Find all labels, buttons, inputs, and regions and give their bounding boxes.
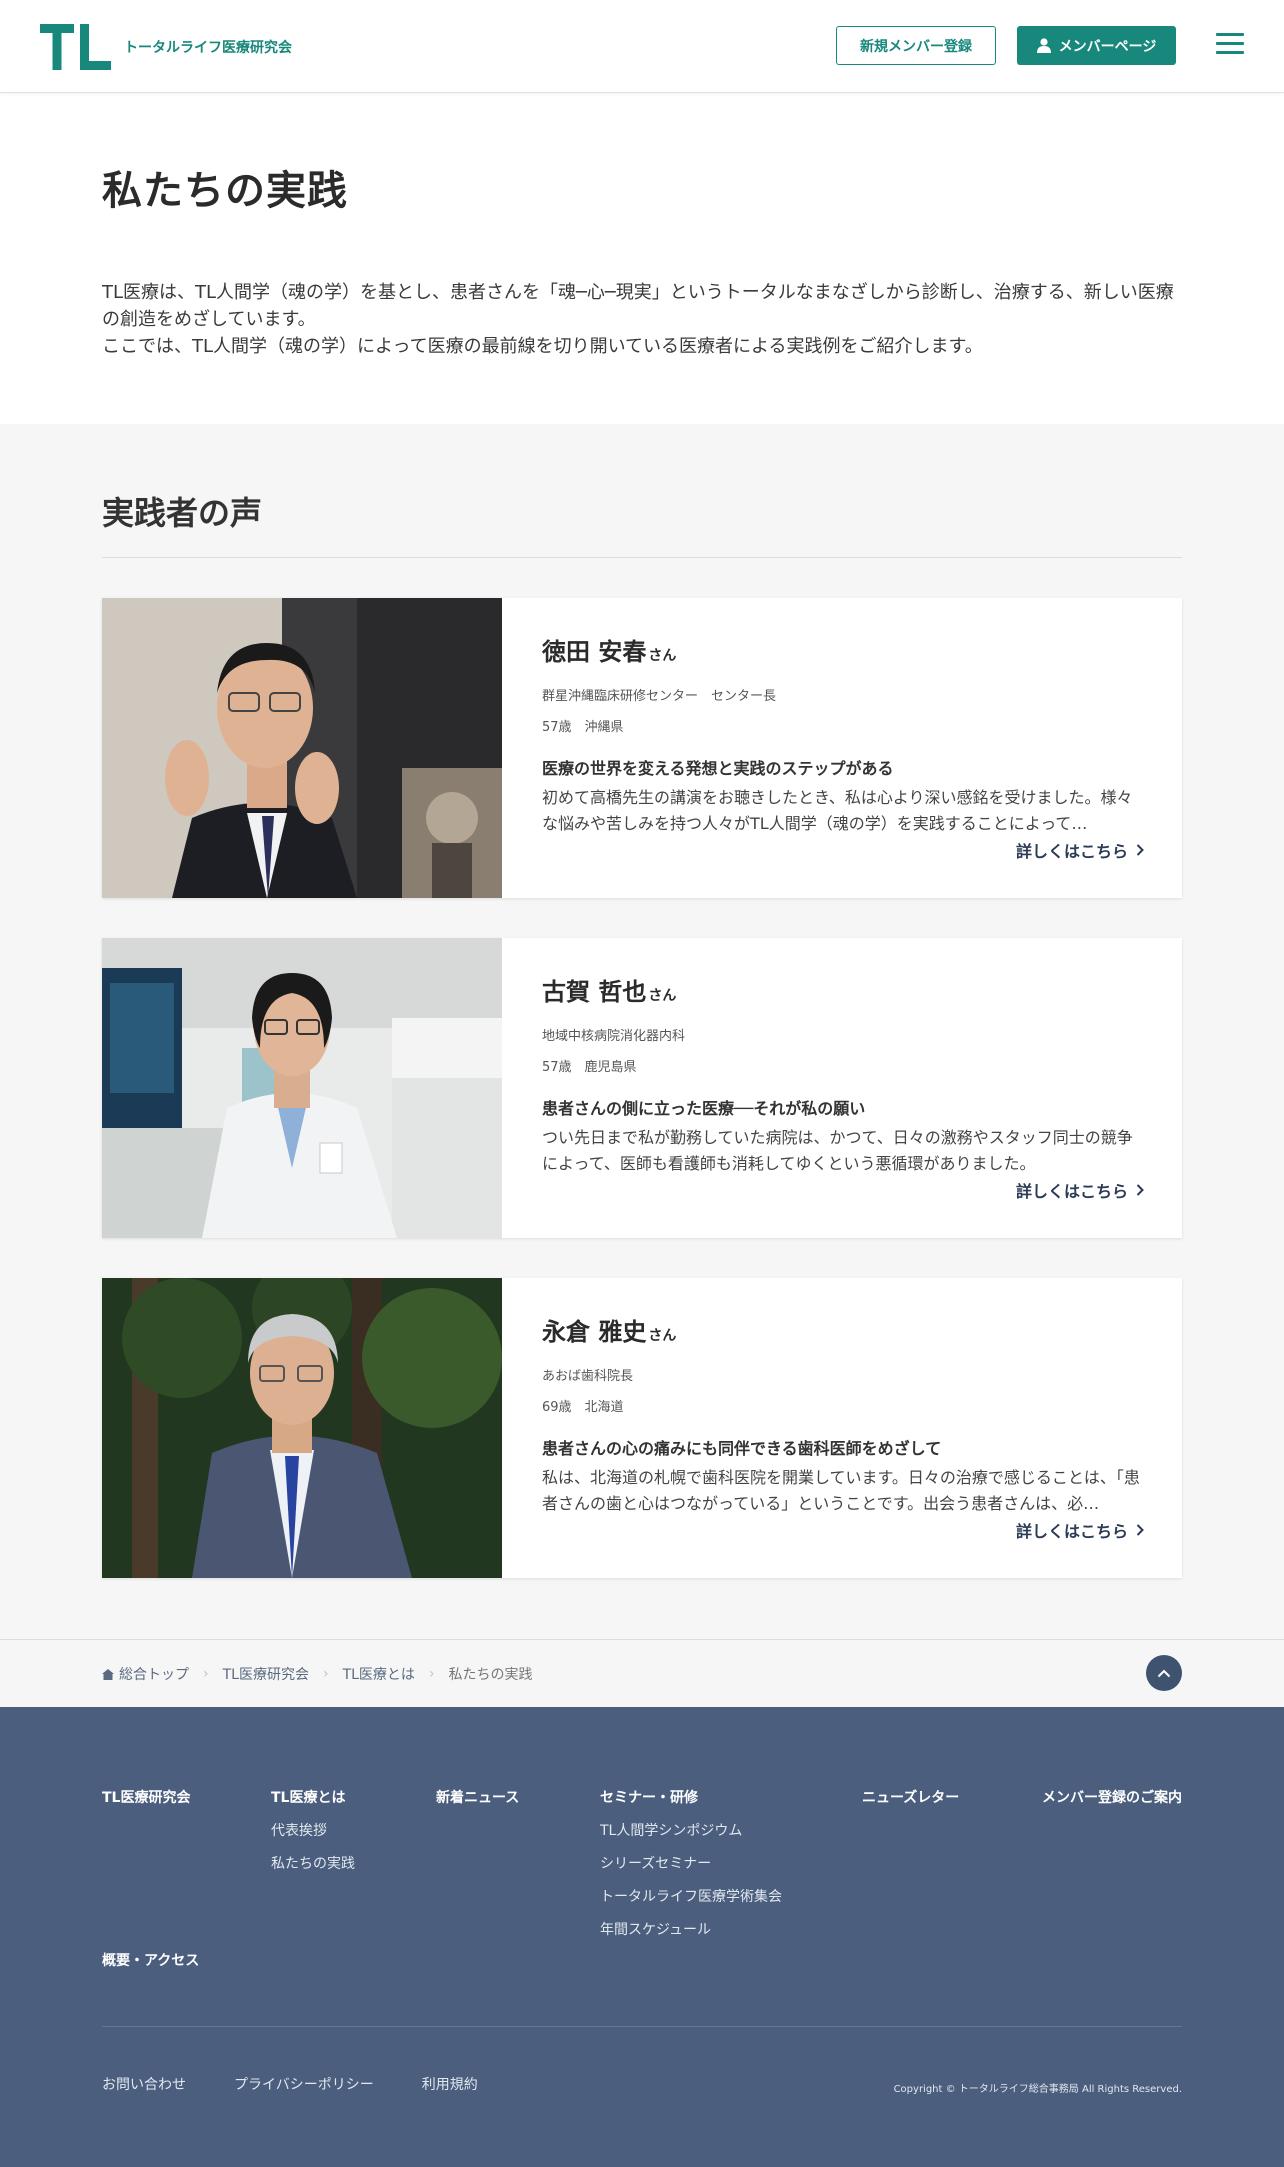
footer-link-seminar[interactable]: セミナー・研修	[600, 1787, 782, 1807]
footer-link-newsletter[interactable]: ニューズレター	[862, 1787, 959, 1807]
chevron-right-icon	[1136, 1184, 1144, 1196]
testimonial-excerpt: つい先日まで私が勤務していた病院は、かつて、日々の激務やスタッフ同士の競争によっ…	[542, 1128, 1133, 1173]
honorific: さん	[648, 988, 677, 1004]
site-header: トータルライフ医療研究会 新規メンバー登録 メンバーページ	[0, 0, 1284, 93]
practitioner-name: 永倉 雅史 さん	[542, 1312, 1142, 1347]
chevron-right-icon	[1136, 844, 1144, 856]
practitioner-organization: あおば歯科院長	[542, 1369, 634, 1384]
footer-divider	[102, 2026, 1182, 2027]
intro-paragraph: TL医療は、TL人間学（魂の学）を基とし、患者さんを「魂─心─現実」というトータ…	[102, 282, 1174, 330]
breadcrumb-separator: ›	[322, 1666, 329, 1682]
footer-column: メンバー登録のご案内	[1042, 1787, 1182, 1807]
practitioner-age-region: 57歳 沖縄県	[542, 720, 624, 735]
intro-paragraph: ここでは、TL人間学（魂の学）によって医療の最前線を切り開いている医療者による実…	[102, 336, 983, 357]
breadcrumb-separator: ›	[203, 1666, 209, 1682]
card-body: 古賀 哲也 さん 地域中核病院消化器内科 57歳 鹿児島県 患者さんの側に立った医…	[542, 972, 1142, 1177]
read-more-link[interactable]: 詳しくはこちら	[1016, 838, 1144, 862]
footer-column: 新着ニュース	[436, 1787, 519, 1807]
practitioner-age-region: 57歳 鹿児島県	[542, 1060, 637, 1075]
breadcrumb: 総合トップ › TL医療研究会 › TL医療とは › 私たちの実践	[102, 1664, 533, 1684]
footer-link-contact[interactable]: お問い合わせ	[102, 2074, 186, 2094]
footer-link-practice[interactable]: 私たちの実践	[271, 1853, 355, 1873]
practitioner-name: 徳田 安春 さん	[542, 632, 1142, 667]
name-text: 永倉 雅史	[542, 1318, 647, 1346]
footer-link-membership[interactable]: メンバー登録のご案内	[1042, 1787, 1182, 1807]
breadcrumb-item-home[interactable]: 総合トップ	[119, 1664, 189, 1684]
breadcrumb-item-society[interactable]: TL医療研究会	[223, 1664, 309, 1684]
footer-column: TL医療研究会	[102, 1787, 190, 1807]
member-page-button[interactable]: メンバーページ	[1017, 26, 1176, 65]
footer-link-access[interactable]: 概要・アクセス	[102, 1950, 199, 1970]
breadcrumb-item-about[interactable]: TL医療とは	[343, 1664, 415, 1684]
practitioner-organization: 地域中核病院消化器内科	[542, 1029, 686, 1044]
practitioner-photo	[102, 1278, 502, 1578]
breadcrumb-bar: 総合トップ › TL医療研究会 › TL医療とは › 私たちの実践	[0, 1639, 1284, 1707]
site-footer: TL医療研究会 TL医療とは 代表挨拶 私たちの実践 新着ニュース セミナー・研…	[0, 1707, 1284, 2167]
testimonial-excerpt: 私は、北海道の札幌で歯科医院を開業しています。日々の治療で感じることは、「患者さ…	[542, 1468, 1140, 1513]
home-icon	[102, 1668, 114, 1680]
read-more-link[interactable]: 詳しくはこちら	[1016, 1518, 1144, 1542]
practitioner-photo	[102, 938, 502, 1238]
testimonial-heading: 医療の世界を変える発想と実践のステップがある	[542, 759, 894, 778]
name-text: 古賀 哲也	[542, 978, 647, 1006]
testimonial-heading: 患者さんの心の痛みにも同伴できる歯科医師をめざして	[542, 1439, 942, 1458]
footer-column: 概要・アクセス	[102, 1950, 199, 1970]
footer-link-society[interactable]: TL医療研究会	[102, 1787, 190, 1807]
footer-link-symposium[interactable]: TL人間学シンポジウム	[600, 1820, 782, 1840]
honorific: さん	[648, 648, 677, 664]
breadcrumb-separator: ›	[428, 1666, 435, 1682]
breadcrumb-current: 私たちの実践	[448, 1667, 533, 1683]
read-more-label: 詳しくはこちら	[1015, 842, 1128, 861]
read-more-label: 詳しくはこちら	[1015, 1182, 1128, 1201]
footer-link-conference[interactable]: トータルライフ医療学術集会	[600, 1886, 782, 1906]
practitioner-organization: 群星沖縄臨床研修センター センター長	[542, 689, 777, 704]
read-more-label: 詳しくはこちら	[1015, 1522, 1128, 1541]
practitioner-age-region: 69歳 北海道	[542, 1400, 624, 1415]
practitioner-card[interactable]: 永倉 雅史 さん あおば歯科院長 69歳 北海道 患者さんの心の痛みにも同伴できる…	[102, 1278, 1182, 1578]
section-title: 実践者の声	[102, 494, 263, 532]
footer-bottom-links: お問い合わせ プライバシーポリシー 利用規約	[102, 2074, 478, 2094]
practitioner-photo	[102, 598, 502, 898]
footer-link-privacy[interactable]: プライバシーポリシー	[234, 2074, 374, 2094]
menu-hamburger-icon[interactable]	[1216, 33, 1244, 59]
footer-link-series-seminar[interactable]: シリーズセミナー	[600, 1853, 782, 1873]
chevron-right-icon	[1136, 1524, 1144, 1536]
card-body: 永倉 雅史 さん あおば歯科院長 69歳 北海道 患者さんの心の痛みにも同伴できる…	[542, 1312, 1142, 1517]
tl-logo-mark	[40, 24, 111, 70]
testimonial-heading: 患者さんの側に立った医療──それが私の願い	[542, 1099, 866, 1118]
practitioner-card[interactable]: 徳田 安春 さん 群星沖縄臨床研修センター センター長 57歳 沖縄県 医療の世界…	[102, 598, 1182, 898]
footer-link-schedule[interactable]: 年間スケジュール	[600, 1919, 782, 1939]
read-more-link[interactable]: 詳しくはこちら	[1016, 1178, 1144, 1202]
intro-text: TL医療は、TL人間学（魂の学）を基とし、患者さんを「魂─心─現実」というトータ…	[102, 279, 1182, 360]
back-to-top-button[interactable]	[1146, 1655, 1182, 1691]
chevron-up-icon	[1157, 1669, 1171, 1677]
card-body: 徳田 安春 さん 群星沖縄臨床研修センター センター長 57歳 沖縄県 医療の世界…	[542, 632, 1142, 837]
footer-column: ニューズレター	[862, 1787, 959, 1807]
honorific: さん	[648, 1328, 677, 1344]
footer-column: セミナー・研修 TL人間学シンポジウム シリーズセミナー トータルライフ医療学術…	[600, 1787, 782, 1939]
testimonial-excerpt: 初めて高橋先生の講演をお聴きしたとき、私は心より深い感銘を受けました。様々な悩み…	[542, 788, 1133, 833]
user-icon	[1036, 38, 1051, 53]
site-logo[interactable]: トータルライフ医療研究会	[40, 22, 292, 72]
section-divider	[102, 557, 1182, 558]
practitioner-card[interactable]: 古賀 哲也 さん 地域中核病院消化器内科 57歳 鹿児島県 患者さんの側に立った医…	[102, 938, 1182, 1238]
practitioner-voices-section: 実践者の声 徳田 安春 さん 群星沖縄臨床研修センター センター長 57歳 沖縄…	[0, 424, 1284, 1639]
footer-link-about[interactable]: TL医療とは	[271, 1787, 355, 1807]
page-title: 私たちの実践	[102, 168, 348, 214]
member-page-label: メンバーページ	[1058, 38, 1157, 55]
footer-link-greeting[interactable]: 代表挨拶	[271, 1820, 355, 1840]
copyright: Copyright © トータルライフ総合事務局 All Rights Rese…	[893, 2084, 1182, 2095]
footer-link-news[interactable]: 新着ニュース	[436, 1787, 519, 1807]
logo-text: トータルライフ医療研究会	[124, 40, 292, 56]
practitioner-name: 古賀 哲也 さん	[542, 972, 1142, 1007]
name-text: 徳田 安春	[542, 638, 647, 666]
footer-link-terms[interactable]: 利用規約	[422, 2074, 478, 2094]
footer-column: TL医療とは 代表挨拶 私たちの実践	[271, 1787, 355, 1873]
new-member-register-button[interactable]: 新規メンバー登録	[836, 26, 996, 65]
